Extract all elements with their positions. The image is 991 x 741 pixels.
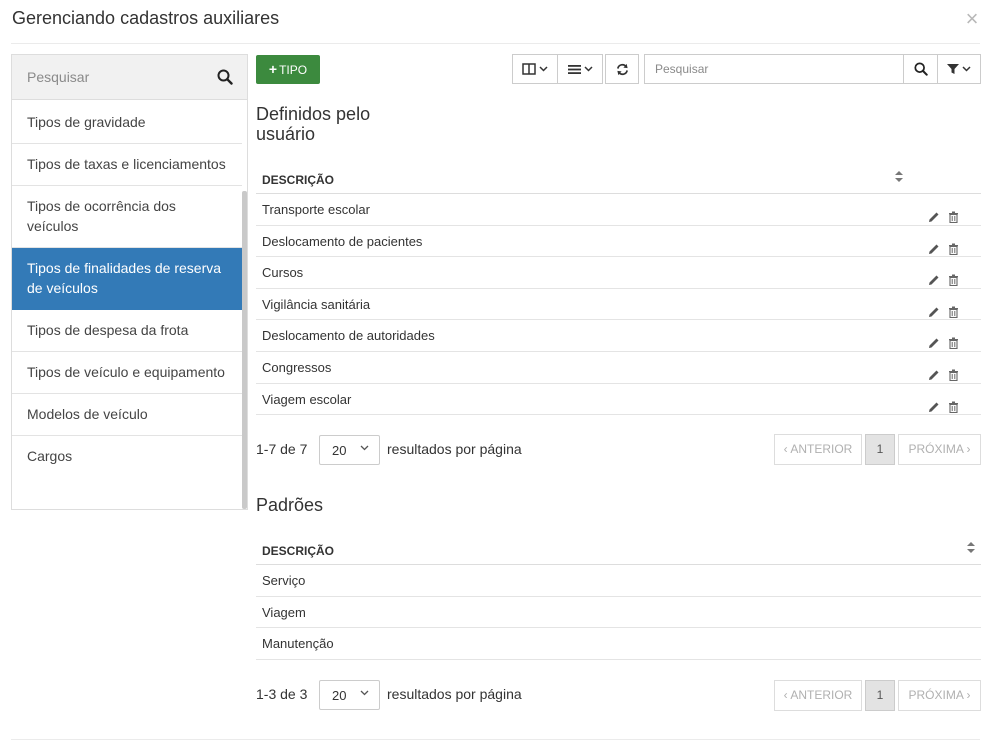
table-row: Manutenção <box>256 628 981 660</box>
page-1-button[interactable]: 1 <box>865 680 895 711</box>
chevron-down-icon <box>360 690 369 696</box>
filter-button[interactable] <box>937 54 981 84</box>
trash-icon[interactable] <box>948 266 960 287</box>
table-row: Deslocamento de pacientes <box>256 226 981 258</box>
trash-icon[interactable] <box>948 329 960 350</box>
sidebar-list: Tipos de gravidade Tipos de taxas e lice… <box>12 102 242 477</box>
table-row: Deslocamento de autoridades <box>256 320 981 352</box>
table-search-input[interactable] <box>644 54 904 84</box>
edit-icon[interactable] <box>928 329 940 349</box>
table-row: Transporte escolar <box>256 194 981 226</box>
chevron-down-icon <box>539 66 548 72</box>
previous-label: ANTERIOR <box>790 688 853 702</box>
sidebar-item-finalidades[interactable]: Tipos de finalidades de reserva de veícu… <box>12 248 242 310</box>
column-header-label: DESCRIÇÃO <box>262 173 335 187</box>
edit-icon[interactable] <box>928 266 940 286</box>
edit-icon[interactable] <box>928 361 940 380</box>
list-options-button[interactable] <box>557 54 603 84</box>
row-description: Viagem <box>262 604 306 620</box>
table-row: Viagem escolar <box>256 384 981 416</box>
trash-icon[interactable] <box>948 393 960 413</box>
row-description: Deslocamento de pacientes <box>262 233 423 249</box>
next-label: PRÓXIMA <box>908 442 964 456</box>
add-type-label: TIPO <box>279 63 308 77</box>
sidebar-item-cargos[interactable]: Cargos <box>12 436 242 477</box>
table-search-button[interactable] <box>903 54 938 84</box>
column-header-descricao[interactable]: DESCRIÇÃO <box>256 165 981 194</box>
sort-icon[interactable] <box>895 171 903 182</box>
sidebar-search-input[interactable] <box>12 55 212 99</box>
header-divider <box>11 43 980 44</box>
chevron-down-icon <box>962 66 971 72</box>
page-1-button[interactable]: 1 <box>865 434 895 465</box>
user-defined-table: DESCRIÇÃO Transporte escolar Deslocament… <box>256 165 981 416</box>
per-page-label: resultados por página <box>387 686 522 702</box>
footer-divider <box>11 739 980 740</box>
chevron-down-icon <box>360 445 369 451</box>
refresh-button[interactable] <box>605 54 639 84</box>
edit-icon[interactable] <box>928 393 940 412</box>
column-header-label: DESCRIÇÃO <box>262 544 335 558</box>
search-icon <box>913 62 928 76</box>
table-row: Congressos <box>256 352 981 384</box>
sidebar-item-taxas[interactable]: Tipos de taxas e licenciamentos <box>12 144 242 186</box>
chevron-down-icon <box>583 66 593 72</box>
previous-label: ANTERIOR <box>790 442 853 456</box>
edit-icon[interactable] <box>928 298 940 317</box>
row-description: Deslocamento de autoridades <box>262 328 435 344</box>
defaults-table: DESCRIÇÃO Serviço Viagem Manutenção <box>256 536 981 660</box>
edit-icon[interactable] <box>928 203 940 222</box>
next-label: PRÓXIMA <box>908 688 964 702</box>
row-description: Congressos <box>262 359 332 375</box>
table-row: Vigilância sanitária <box>256 289 981 321</box>
sidebar-item-veiculo-equipamento[interactable]: Tipos de veículo e equipamento <box>12 352 242 394</box>
page-size-select[interactable]: 20 <box>319 680 380 710</box>
row-description: Manutenção <box>262 636 334 652</box>
refresh-icon <box>616 63 628 75</box>
row-description: Transporte escolar <box>262 202 370 217</box>
user-defined-title: Definidos pelo usuário <box>256 104 371 144</box>
next-page-button[interactable]: PRÓXIMA › <box>898 434 981 465</box>
category-sidebar: Tipos de gravidade Tipos de taxas e lice… <box>11 54 248 510</box>
page-size-value: 20 <box>332 688 347 703</box>
previous-page-button[interactable]: ‹ ANTERIOR <box>774 434 862 465</box>
sidebar-search <box>12 55 247 100</box>
add-type-button[interactable]: + TIPO <box>256 55 320 84</box>
trash-icon[interactable] <box>948 361 960 382</box>
row-description: Cursos <box>262 265 304 281</box>
sidebar-item-modelos[interactable]: Modelos de veículo <box>12 394 242 436</box>
trash-icon[interactable] <box>948 298 960 318</box>
list-icon <box>567 64 581 74</box>
sort-icon[interactable] <box>967 542 975 553</box>
defaults-title: Padrões <box>256 495 324 515</box>
close-icon[interactable]: × <box>961 8 983 31</box>
sidebar-scrollbar[interactable] <box>242 191 247 509</box>
search-icon[interactable] <box>217 69 233 85</box>
sidebar-item-despesa[interactable]: Tipos de despesa da frota <box>12 310 242 352</box>
trash-icon[interactable] <box>948 235 960 255</box>
table-row: Cursos <box>256 257 981 289</box>
columns-toggle-button[interactable] <box>512 54 558 84</box>
pagination-range: 1-3 de 3 <box>256 686 308 702</box>
next-page-button[interactable]: PRÓXIMA › <box>898 680 981 711</box>
page-size-value: 20 <box>332 443 347 458</box>
trash-icon[interactable] <box>948 203 960 224</box>
row-description: Viagem escolar <box>262 391 352 407</box>
row-description: Serviço <box>262 573 306 588</box>
column-header-descricao[interactable]: DESCRIÇÃO <box>256 536 981 565</box>
pagination-range: 1-7 de 7 <box>256 441 308 457</box>
table-row: Serviço <box>256 565 981 597</box>
modal-title: Gerenciando cadastros auxiliares <box>12 8 280 28</box>
sidebar-item-gravidade[interactable]: Tipos de gravidade <box>12 102 242 144</box>
edit-icon[interactable] <box>928 235 940 254</box>
row-description: Vigilância sanitária <box>262 296 371 312</box>
per-page-label: resultados por página <box>387 441 522 457</box>
previous-page-button[interactable]: ‹ ANTERIOR <box>774 680 862 711</box>
sidebar-item-ocorrencia[interactable]: Tipos de ocorrência dos veículos <box>12 186 242 248</box>
columns-icon <box>522 63 536 75</box>
page-size-select[interactable]: 20 <box>319 435 380 465</box>
plus-icon: + <box>268 61 278 77</box>
table-row: Viagem <box>256 597 981 629</box>
filter-icon <box>947 64 959 74</box>
